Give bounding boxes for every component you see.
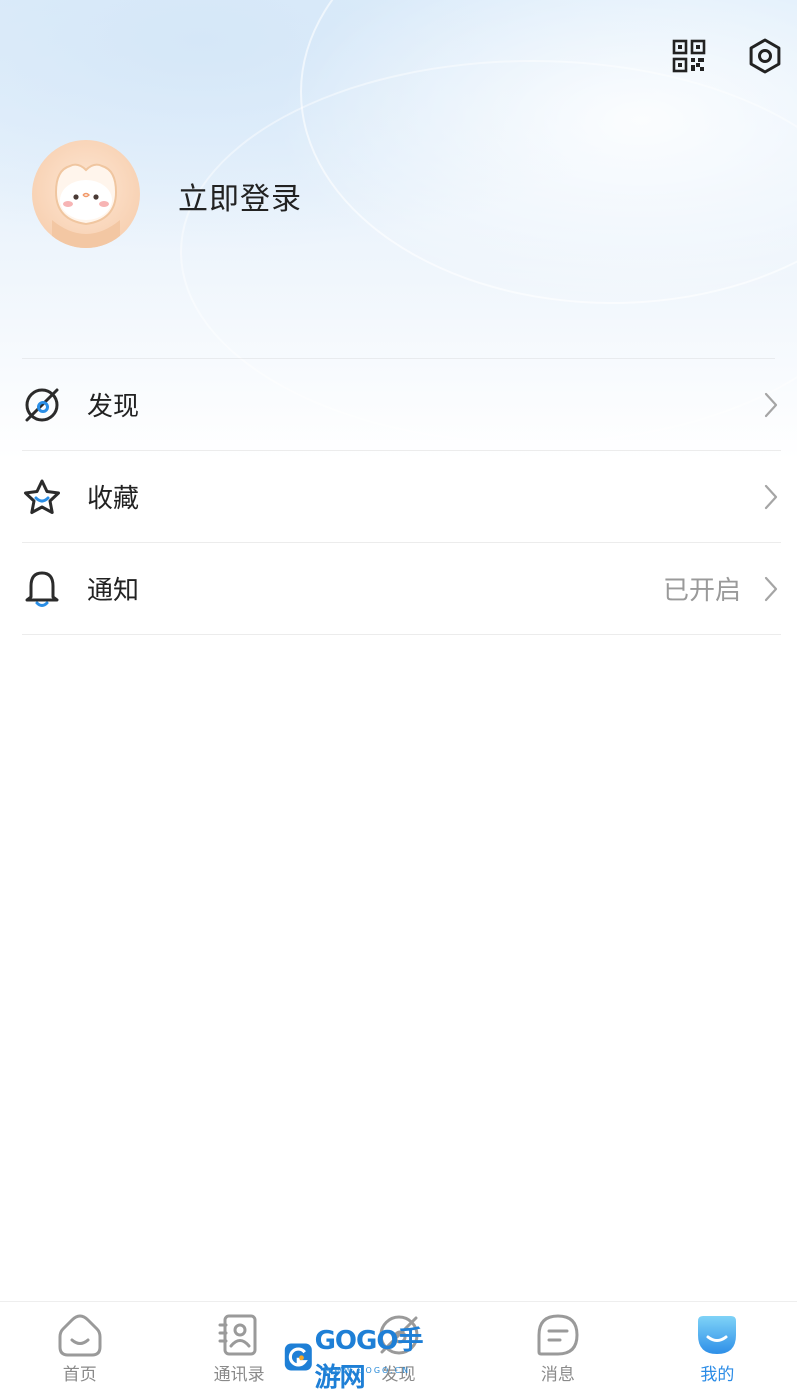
profile-menu: 发现 收藏 通知 已开启 [22,359,781,635]
watermark-logo: GOGO手游网 WWW.GOGO.CN [284,1326,440,1393]
chevron-right-icon [761,482,781,512]
compass-icon [22,385,62,425]
menu-item-notifications[interactable]: 通知 已开启 [22,543,781,635]
tab-label: 首页 [62,1365,97,1385]
tab-label: 消息 [540,1365,575,1385]
notification-status: 已开启 [662,576,741,606]
tab-messages[interactable]: 消息 [478,1302,637,1386]
menu-item-label: 通知 [87,576,140,606]
watermark-text: GOGO手游网 [314,1326,424,1393]
login-link[interactable]: 立即登录 [178,174,302,218]
home-icon [57,1312,103,1358]
watermark-logo-icon [284,1343,312,1371]
qr-code-icon[interactable] [669,36,709,76]
menu-item-label: 发现 [87,392,140,422]
contacts-icon [216,1312,262,1358]
chevron-right-icon [761,574,781,604]
watermark-url: WWW.GOGO.CN [324,1366,411,1375]
tab-label: 通讯录 [213,1365,265,1385]
chevron-right-icon [761,390,781,420]
tab-label: 我的 [700,1365,735,1385]
header-actions [669,36,785,76]
gear-icon[interactable] [745,36,785,76]
menu-item-label: 收藏 [87,484,140,514]
profile-icon [694,1312,740,1358]
tab-profile[interactable]: 我的 [638,1302,797,1386]
bell-icon [22,569,62,609]
message-icon [535,1312,581,1358]
menu-item-favorites[interactable]: 收藏 [22,451,781,543]
star-icon [22,477,62,517]
avatar[interactable] [32,140,140,248]
menu-item-discover[interactable]: 发现 [22,359,781,451]
tab-home[interactable]: 首页 [0,1302,159,1386]
